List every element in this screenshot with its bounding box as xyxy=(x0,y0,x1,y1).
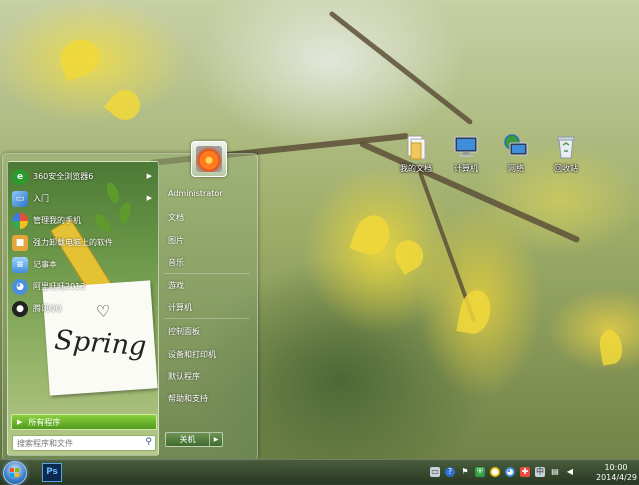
uninstall-icon: ■ xyxy=(12,234,28,251)
menu-divider xyxy=(164,273,250,274)
user-account-picture[interactable] xyxy=(191,141,227,177)
network-icon xyxy=(502,133,530,161)
program-item-360-browser[interactable]: e 360安全浏览器6 ▶ xyxy=(8,166,158,187)
note-text: Spring xyxy=(53,324,148,363)
program-label: 360安全浏览器6 xyxy=(33,172,94,181)
help-icon[interactable]: ? xyxy=(445,467,455,477)
getting-started-icon: ▭ xyxy=(12,190,28,207)
right-item-devices-printers[interactable]: 设备和打印机 xyxy=(168,349,248,360)
right-item-control-panel[interactable]: 控制面板 xyxy=(168,326,248,337)
taskbar-photoshop-button[interactable]: Ps xyxy=(42,463,62,482)
network-tray-icon[interactable]: ▤ xyxy=(550,467,560,477)
shutdown-button[interactable]: 关机 xyxy=(166,433,210,446)
phone-manager-icon xyxy=(12,212,28,229)
desktop-icon-recycle-bin[interactable]: 回收站 xyxy=(546,133,586,174)
program-item-phone-manager[interactable]: 管理我的手机 xyxy=(8,210,158,231)
computer-icon xyxy=(452,133,480,161)
start-button[interactable] xyxy=(3,461,27,485)
volume-icon[interactable]: ◀ xyxy=(565,467,575,477)
submenu-arrow-icon: ▶ xyxy=(146,172,152,180)
desktop-icon-label: 网络 xyxy=(508,164,524,173)
program-item-qq[interactable]: ● 腾讯QQ xyxy=(8,298,158,319)
blossom-decoration xyxy=(389,235,429,275)
blossom-decoration xyxy=(103,83,147,127)
menu-divider xyxy=(164,318,250,319)
right-item-games[interactable]: 游戏 xyxy=(168,280,248,291)
right-item-default-programs[interactable]: 默认程序 xyxy=(168,371,248,382)
program-label: 记事本 xyxy=(33,260,57,269)
antivirus-icon[interactable]: ✚ xyxy=(520,467,530,477)
desktop-icon-network[interactable]: 网络 xyxy=(496,133,536,174)
program-label: 阿里旺旺2013 xyxy=(33,282,86,291)
blossom-decoration xyxy=(55,34,105,82)
clock-date: 2014/4/29 xyxy=(596,473,638,482)
program-label: 入门 xyxy=(33,194,49,203)
right-item-music[interactable]: 音乐 xyxy=(168,257,248,268)
right-item-computer[interactable]: 计算机 xyxy=(168,302,248,313)
wangwang-tray-icon[interactable]: ◕ xyxy=(505,467,515,477)
shutdown-button-group: 关机 ▶ xyxy=(165,432,223,447)
aliwangwang-icon: ◕ xyxy=(12,278,28,295)
shutdown-options-arrow-icon[interactable]: ▶ xyxy=(210,433,222,446)
user-name-link[interactable]: Administrator xyxy=(168,189,248,198)
desktop-icon-label: 计算机 xyxy=(454,164,478,173)
documents-folder-icon xyxy=(402,133,430,161)
windows-logo-icon xyxy=(10,468,20,478)
qq-penguin-icon: ● xyxy=(12,300,28,317)
submenu-arrow-icon: ▶ xyxy=(146,194,152,202)
program-item-getting-started[interactable]: ▭ 入门 ▶ xyxy=(8,188,158,209)
search-input[interactable] xyxy=(13,436,141,450)
flag-icon[interactable]: ⚑ xyxy=(460,467,470,477)
program-label: 管理我的手机 xyxy=(33,216,81,225)
recycle-bin-icon xyxy=(552,133,580,161)
flower-avatar-icon xyxy=(196,146,222,172)
start-menu-programs-pane: ♡ Spring e 360安全浏览器6 ▶ ▭ 入门 ▶ 管理我的手机 ■ 强… xyxy=(7,161,159,456)
system-clock[interactable]: 10:00 2014/4/29 xyxy=(596,463,638,483)
input-method-icon[interactable]: 中 xyxy=(535,467,545,477)
right-triangle-icon: ▶ xyxy=(17,418,23,426)
right-item-pictures[interactable]: 图片 xyxy=(168,235,248,246)
right-item-help-support[interactable]: 帮助和支持 xyxy=(168,393,248,404)
program-item-notepad[interactable]: ≡ 记事本 xyxy=(8,254,158,275)
all-programs-label: 所有程序 xyxy=(28,417,61,427)
qq-tray-icon[interactable]: ● xyxy=(490,467,500,477)
desktop-icon-label: 回收站 xyxy=(554,164,578,173)
right-item-documents[interactable]: 文档 xyxy=(168,212,248,223)
taskbar: Ps ▭ ? ⚑ ⛨ ● ◕ ✚ 中 ▤ ◀ 10:00 2014/4/29 xyxy=(0,459,639,485)
desktop-icon-computer[interactable]: 计算机 xyxy=(446,133,486,174)
blossom-decoration xyxy=(349,210,395,260)
system-tray: ▭ ? ⚑ ⛨ ● ◕ ✚ 中 ▤ ◀ xyxy=(430,465,580,479)
branch-decoration xyxy=(328,10,474,126)
desktop-icon-label: 我的文档 xyxy=(400,164,432,173)
search-icon[interactable]: ⚲ xyxy=(145,437,152,447)
clock-time: 10:00 xyxy=(604,463,628,472)
blossom-decoration xyxy=(597,328,625,366)
start-search-box[interactable]: ⚲ xyxy=(12,435,156,451)
program-label: 腾讯QQ xyxy=(33,304,62,313)
360-browser-icon: e xyxy=(12,168,28,185)
desktop-icon-documents[interactable]: 我的文档 xyxy=(396,133,436,174)
program-list: e 360安全浏览器6 ▶ ▭ 入门 ▶ 管理我的手机 ■ 强力卸载电脑上的软件… xyxy=(8,166,158,320)
all-programs-button[interactable]: ▶ 所有程序 xyxy=(11,414,157,430)
notepad-icon: ≡ xyxy=(12,256,28,273)
keyboard-icon[interactable]: ▭ xyxy=(430,467,440,477)
shield-icon[interactable]: ⛨ xyxy=(475,467,485,477)
program-item-uninstall[interactable]: ■ 强力卸载电脑上的软件 xyxy=(8,232,158,253)
program-label: 强力卸载电脑上的软件 xyxy=(33,238,113,247)
program-item-aliwangwang[interactable]: ◕ 阿里旺旺2013 xyxy=(8,276,158,297)
